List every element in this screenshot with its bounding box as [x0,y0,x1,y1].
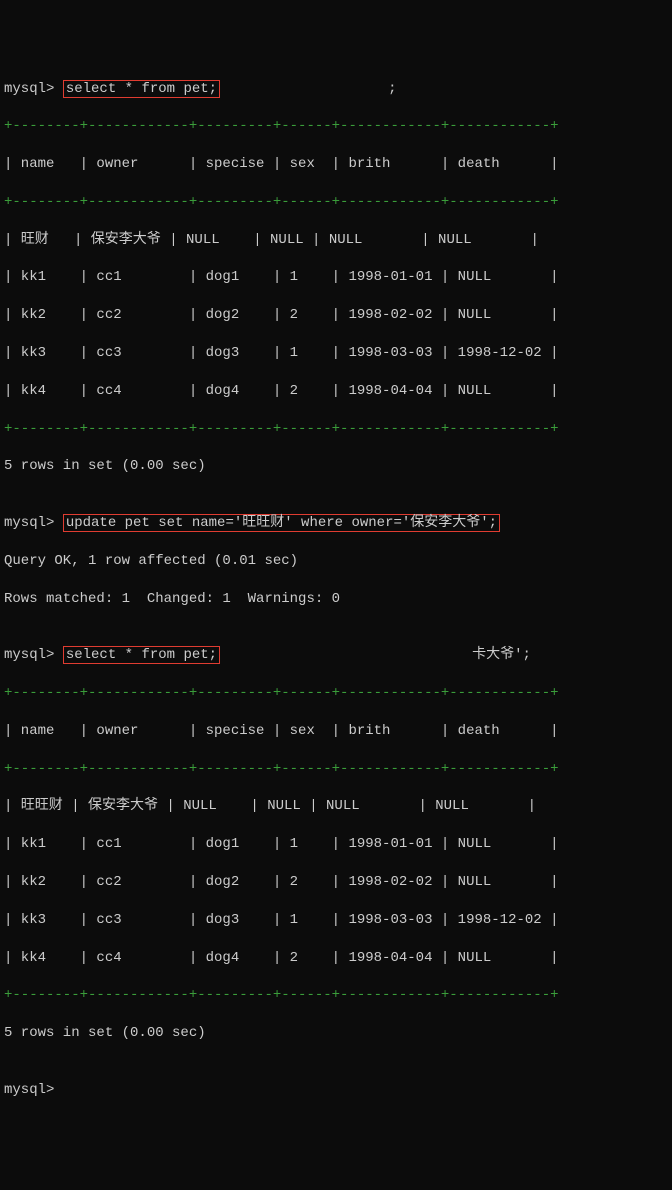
query-1: select * from pet; [63,80,220,98]
table2-header: | name | owner | specise | sex | brith |… [4,722,668,741]
table1-row-3: | kk3 | cc3 | dog3 | 1 | 1998-03-03 | 19… [4,344,668,363]
result2-footer: 5 rows in set (0.00 sec) [4,1024,668,1043]
table2-border-mid: +--------+------------+---------+------+… [4,760,668,779]
result1-footer: 5 rows in set (0.00 sec) [4,457,668,476]
stray-semicolon: ; [388,81,396,97]
update-line2: Rows matched: 1 Changed: 1 Warnings: 0 [4,590,668,609]
table2-border-bot: +--------+------------+---------+------+… [4,986,668,1005]
table1-row-2: | kk2 | cc2 | dog2 | 2 | 1998-02-02 | NU… [4,306,668,325]
table1-border-bot: +--------+------------+---------+------+… [4,420,668,439]
table2-row-1: | kk1 | cc1 | dog1 | 1 | 1998-01-01 | NU… [4,835,668,854]
table2-row-0: | 旺旺财 | 保安李大爷 | NULL | NULL | NULL | NUL… [4,797,668,816]
query-3: select * from pet; [63,646,220,664]
table2-row-3: | kk3 | cc3 | dog3 | 1 | 1998-03-03 | 19… [4,911,668,930]
table2-border-top: +--------+------------+---------+------+… [4,684,668,703]
mysql-prompt: mysql> [4,515,54,531]
table1-border-top: +--------+------------+---------+------+… [4,117,668,136]
table2-row-2: | kk2 | cc2 | dog2 | 2 | 1998-02-02 | NU… [4,873,668,892]
table1-row-4: | kk4 | cc4 | dog4 | 2 | 1998-04-04 | NU… [4,382,668,401]
table1-row-0: | 旺财 | 保安李大爷 | NULL | NULL | NULL | NULL… [4,231,668,250]
mysql-prompt: mysql> [4,81,54,97]
table2-row-4: | kk4 | cc4 | dog4 | 2 | 1998-04-04 | NU… [4,949,668,968]
update-line1: Query OK, 1 row affected (0.01 sec) [4,552,668,571]
stray-text: 卡大爷'; [472,647,531,663]
query-2: update pet set name='旺旺财' where owner='保… [63,514,500,532]
table1-header: | name | owner | specise | sex | brith |… [4,155,668,174]
mysql-prompt: mysql> [4,647,54,663]
table1-border-mid: +--------+------------+---------+------+… [4,193,668,212]
mysql-prompt-final[interactable]: mysql> [4,1082,54,1098]
table1-row-1: | kk1 | cc1 | dog1 | 1 | 1998-01-01 | NU… [4,268,668,287]
